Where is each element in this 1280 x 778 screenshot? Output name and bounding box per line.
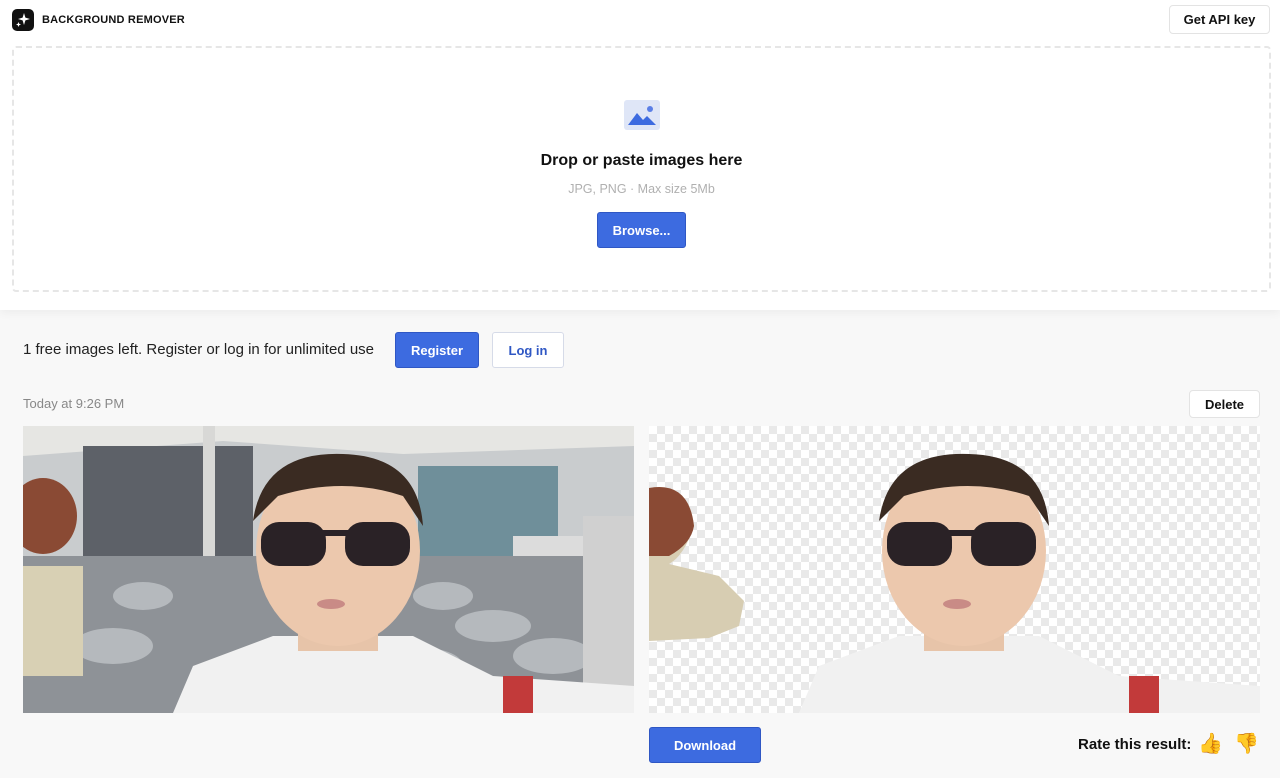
original-image [23,426,634,713]
sparkle-logo-icon [12,9,34,31]
processed-image [649,426,1260,713]
register-button[interactable]: Register [395,332,479,368]
upload-dropzone[interactable]: Drop or paste images here JPG, PNG · Max… [12,46,1271,292]
rate-result-label: Rate this result: [1078,736,1192,753]
thumbs-up-icon[interactable]: 👍 [1198,731,1223,757]
top-panel: BACKGROUND REMOVER Get API key Drop or p… [0,0,1280,310]
get-api-key-button[interactable]: Get API key [1169,5,1270,34]
delete-button[interactable]: Delete [1189,390,1260,418]
brand[interactable]: BACKGROUND REMOVER [12,9,185,31]
brand-name: BACKGROUND REMOVER [42,14,185,26]
image-icon [624,100,660,130]
download-button[interactable]: Download [649,727,761,763]
login-button[interactable]: Log in [492,332,564,368]
thumbs-down-icon[interactable]: 👎 [1234,731,1259,757]
dropzone-title: Drop or paste images here [540,152,743,169]
free-images-notice: 1 free images left. Register or log in f… [23,341,374,358]
result-timestamp: Today at 9:26 PM [23,396,125,411]
dropzone-subtitle: JPG, PNG · Max size 5Mb [568,182,715,196]
browse-button[interactable]: Browse... [597,212,686,248]
